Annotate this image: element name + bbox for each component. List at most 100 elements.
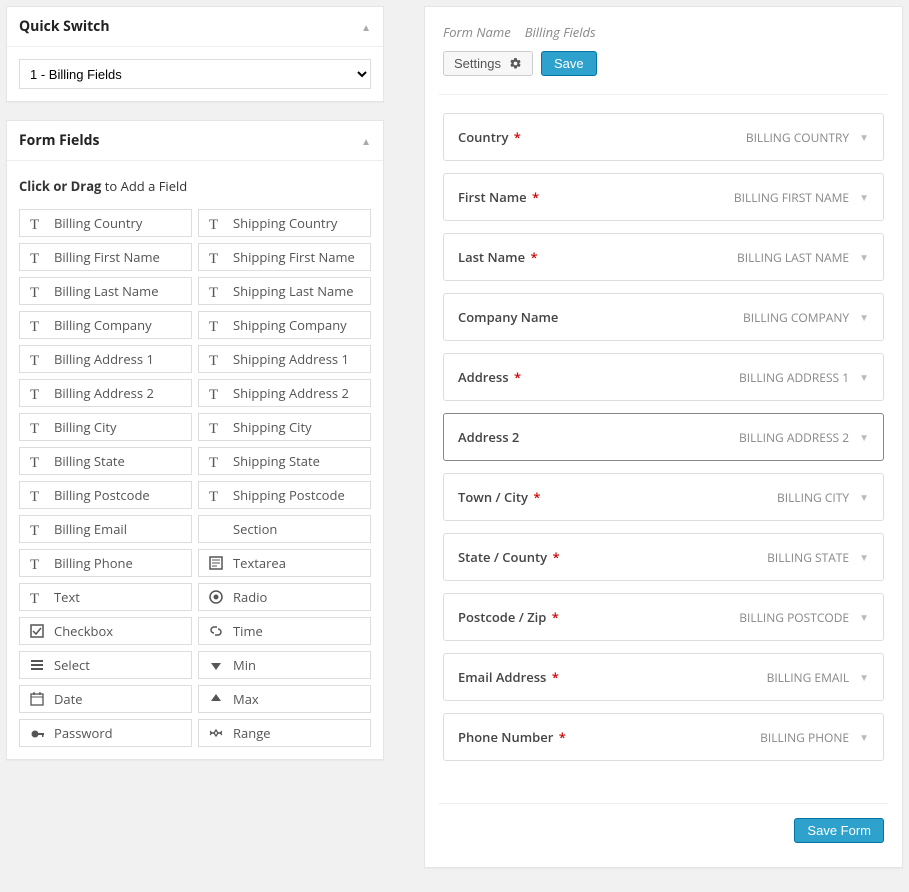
textarea-icon (207, 556, 225, 570)
panel-collapse-icon: ▲ (361, 134, 371, 148)
form-rows-list: Country *BILLING COUNTRY▼ First Name *BIL… (439, 95, 888, 803)
field-type-button[interactable]: Section (198, 515, 371, 543)
field-type-button[interactable]: Shipping State (198, 447, 371, 475)
field-type-label: Select (54, 656, 90, 674)
field-type-button[interactable]: Billing State (19, 447, 192, 475)
save-button[interactable]: Save (541, 51, 597, 76)
form-field-row[interactable]: Postcode / Zip *BILLING POSTCODE▼ (443, 593, 884, 641)
text-icon (207, 216, 225, 230)
field-type-button[interactable]: Text (19, 583, 192, 611)
field-type-label: Shipping Last Name (233, 282, 354, 300)
field-type-button[interactable]: Billing Address 2 (19, 379, 192, 407)
form-footer: Save Form (439, 803, 888, 857)
form-field-row[interactable]: Email Address *BILLING EMAIL▼ (443, 653, 884, 701)
field-tag-area: BILLING LAST NAME▼ (737, 249, 869, 266)
field-type-button[interactable]: Min (198, 651, 371, 679)
field-tag: BILLING LAST NAME (737, 249, 849, 266)
settings-button-label: Settings (454, 56, 501, 71)
field-type-button[interactable]: Textarea (198, 549, 371, 577)
chevron-down-icon: ▼ (859, 730, 869, 744)
field-type-button[interactable]: Time (198, 617, 371, 645)
field-label: Email Address * (458, 668, 559, 686)
field-type-button[interactable]: Checkbox (19, 617, 192, 645)
text-icon (207, 488, 225, 502)
hint-rest: to Add a Field (101, 177, 187, 195)
field-tag-area: BILLING STATE▼ (767, 549, 869, 566)
field-type-button[interactable]: Shipping Postcode (198, 481, 371, 509)
field-type-button[interactable]: Range (198, 719, 371, 747)
field-type-button[interactable]: Billing Address 1 (19, 345, 192, 373)
required-asterisk: * (514, 128, 521, 146)
chevron-down-icon: ▼ (859, 370, 869, 384)
field-type-label: Date (54, 690, 83, 708)
field-tag: BILLING STATE (767, 549, 849, 566)
field-type-button[interactable]: Shipping Company (198, 311, 371, 339)
form-fields-title: Form Fields (19, 131, 99, 150)
down-icon (207, 658, 225, 672)
field-type-button[interactable]: Billing First Name (19, 243, 192, 271)
form-fields-panel: Form Fields ▲ Click or Drag to Add a Fie… (6, 120, 384, 760)
field-type-label: Time (233, 622, 263, 640)
quick-switch-select[interactable]: 1 - Billing Fields (19, 59, 371, 89)
field-type-button[interactable]: Billing City (19, 413, 192, 441)
field-type-button[interactable]: Billing Country (19, 209, 192, 237)
field-tag: BILLING ADDRESS 2 (739, 429, 849, 446)
range-icon (207, 726, 225, 740)
radio-icon (207, 590, 225, 604)
field-type-label: Billing State (54, 452, 125, 470)
text-icon (28, 284, 46, 298)
required-asterisk: * (552, 548, 559, 566)
form-field-row[interactable]: Company NameBILLING COMPANY▼ (443, 293, 884, 341)
form-field-row[interactable]: Last Name * BILLING LAST NAME▼ (443, 233, 884, 281)
field-tag: BILLING FIRST NAME (734, 189, 849, 206)
form-field-row[interactable]: First Name *BILLING FIRST NAME▼ (443, 173, 884, 221)
field-type-button[interactable]: Radio (198, 583, 371, 611)
form-field-row[interactable]: Address 2BILLING ADDRESS 2▼ (443, 413, 884, 461)
field-label: State / County * (458, 548, 560, 566)
field-type-button[interactable]: Billing Phone (19, 549, 192, 577)
field-tag: BILLING POSTCODE (739, 609, 849, 626)
field-label: Last Name * (458, 248, 538, 266)
text-icon (207, 250, 225, 264)
field-type-button[interactable]: Billing Company (19, 311, 192, 339)
field-type-button[interactable]: Password (19, 719, 192, 747)
field-type-label: Password (54, 724, 113, 742)
field-type-button[interactable]: Max (198, 685, 371, 713)
form-field-row[interactable]: Address *BILLING ADDRESS 1▼ (443, 353, 884, 401)
field-type-label: Text (54, 588, 80, 606)
field-type-label: Shipping First Name (233, 248, 355, 266)
required-asterisk: * (514, 368, 521, 386)
form-field-row[interactable]: Country *BILLING COUNTRY▼ (443, 113, 884, 161)
settings-button[interactable]: Settings (443, 51, 533, 76)
chevron-down-icon: ▼ (859, 490, 869, 504)
field-type-button[interactable]: Shipping Address 2 (198, 379, 371, 407)
field-type-button[interactable]: Billing Email (19, 515, 192, 543)
field-type-button[interactable]: Shipping City (198, 413, 371, 441)
field-type-label: Min (233, 656, 256, 674)
form-field-row[interactable]: State / County * BILLING STATE▼ (443, 533, 884, 581)
text-icon (28, 590, 46, 604)
text-icon (28, 522, 46, 536)
field-tag-area: BILLING COMPANY▼ (743, 309, 869, 326)
field-type-button[interactable]: Shipping Country (198, 209, 371, 237)
field-type-button[interactable]: Billing Last Name (19, 277, 192, 305)
quick-switch-header[interactable]: Quick Switch ▲ (7, 7, 383, 47)
field-type-button[interactable]: Shipping Address 1 (198, 345, 371, 373)
field-type-button[interactable]: Date (19, 685, 192, 713)
field-tag: BILLING ADDRESS 1 (739, 369, 849, 386)
field-type-button[interactable]: Select (19, 651, 192, 679)
save-button-label: Save (554, 56, 584, 71)
field-tag-area: BILLING PHONE▼ (760, 729, 869, 746)
form-fields-header[interactable]: Form Fields ▲ (7, 121, 383, 161)
field-type-button[interactable]: Billing Postcode (19, 481, 192, 509)
field-type-button[interactable]: Shipping Last Name (198, 277, 371, 305)
text-icon (207, 420, 225, 434)
text-icon (28, 420, 46, 434)
password-icon (28, 726, 46, 740)
form-field-row[interactable]: Town / City *BILLING CITY▼ (443, 473, 884, 521)
field-type-label: Shipping Address 2 (233, 384, 349, 402)
form-fields-body: Click or Drag to Add a Field Billing Cou… (7, 161, 383, 759)
form-field-row[interactable]: Phone Number *BILLING PHONE▼ (443, 713, 884, 761)
field-type-button[interactable]: Shipping First Name (198, 243, 371, 271)
text-icon (28, 352, 46, 366)
